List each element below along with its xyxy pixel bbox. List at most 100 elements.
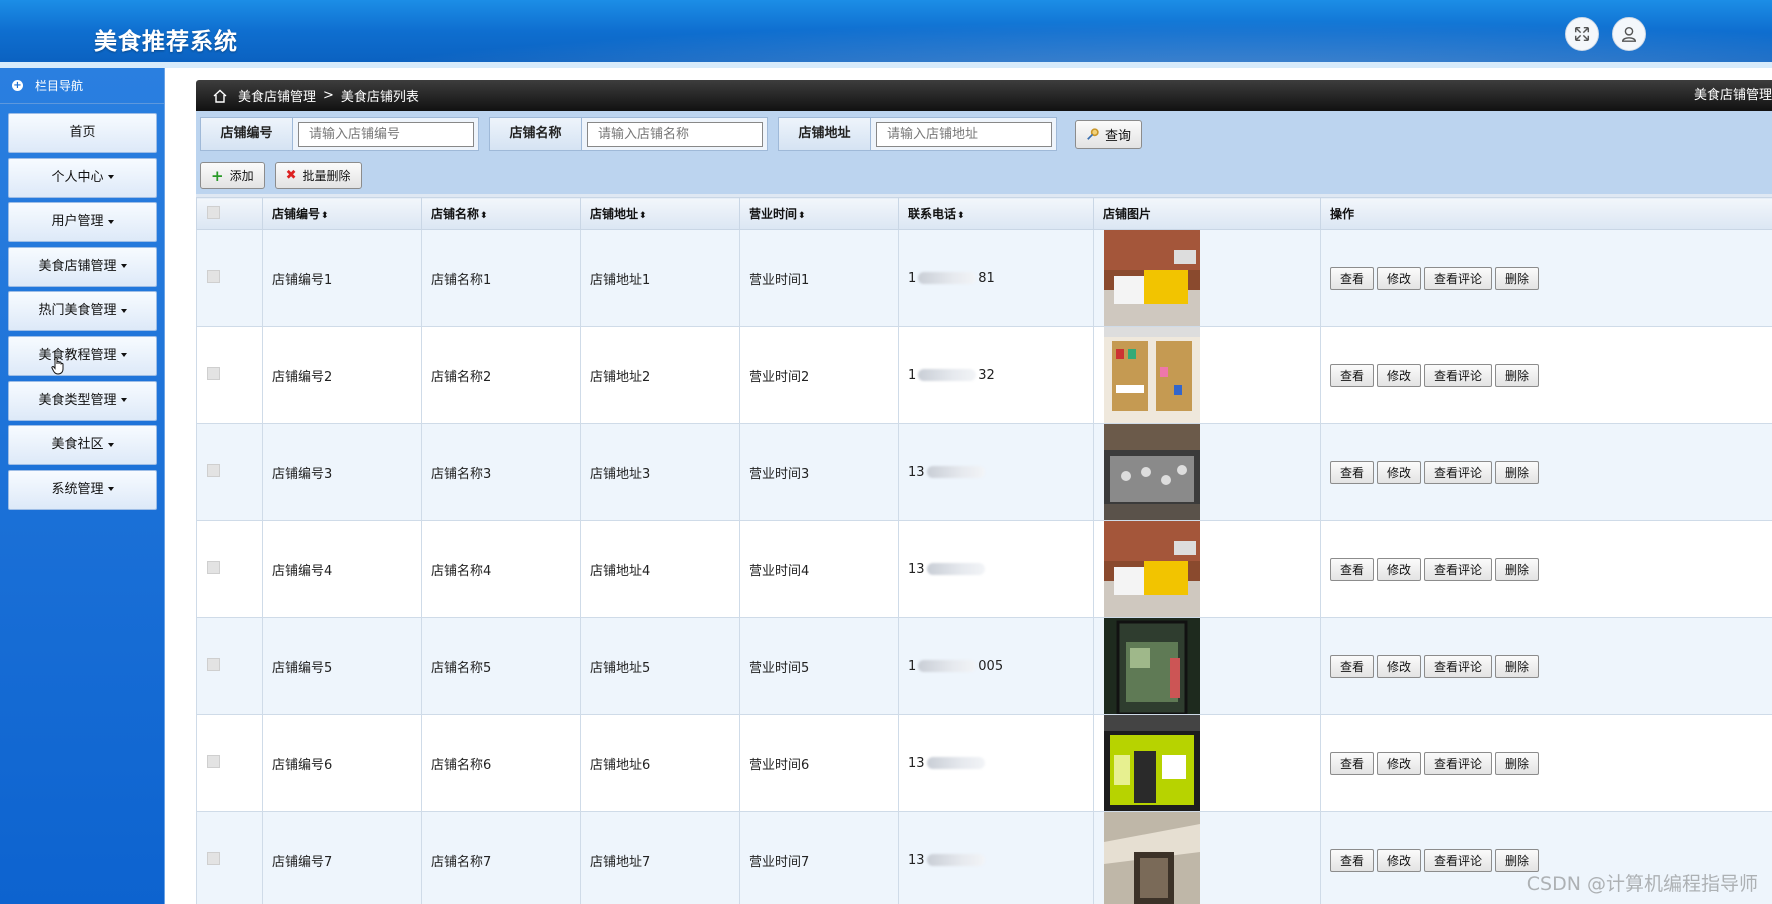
row-action-button[interactable]: 删除: [1495, 557, 1540, 581]
shop-id-input[interactable]: [298, 121, 474, 147]
row-action-button[interactable]: 删除: [1495, 751, 1540, 775]
row-action-button[interactable]: 修改: [1377, 751, 1422, 775]
sidebar-item-label: 美食店铺管理: [38, 258, 117, 274]
row-action-button[interactable]: 查看: [1330, 654, 1375, 678]
row-action-label: 查看: [1340, 465, 1365, 480]
sidebar-item[interactable]: 美食店铺管理: [8, 246, 157, 287]
search-group-shop-name: 店铺名称: [489, 117, 768, 151]
row-action-button[interactable]: 查看: [1330, 557, 1375, 581]
column-header-label: 操作: [1330, 207, 1355, 221]
sidebar-item-label: 用户管理: [51, 214, 104, 230]
caret-down-icon: [107, 442, 114, 447]
row-action-button[interactable]: 查看: [1330, 363, 1375, 387]
sidebar-item[interactable]: 美食教程管理: [8, 335, 157, 376]
cell-shop-name: 店铺名称1: [421, 229, 581, 327]
row-action-button[interactable]: 查看评论: [1424, 460, 1493, 484]
user-button[interactable]: [1612, 17, 1646, 51]
phone-visible-end: 32: [978, 367, 995, 383]
row-checkbox[interactable]: [207, 560, 220, 574]
sidebar-item[interactable]: 美食社区: [8, 425, 157, 466]
sort-icon: ⬍: [480, 211, 488, 221]
breadcrumb-parent[interactable]: 美食店铺管理: [238, 86, 316, 105]
shop-image[interactable]: [1104, 715, 1200, 811]
breadcrumb-separator: >: [323, 88, 334, 103]
row-action-button[interactable]: 查看: [1330, 460, 1375, 484]
shop-address-input[interactable]: [876, 121, 1052, 147]
row-action-button[interactable]: 查看: [1330, 751, 1375, 775]
sidebar-item[interactable]: 热门美食管理: [8, 291, 157, 332]
sidebar: + 栏目导航 首页 个人中心 用户管理 美食店铺管理 热门美食管理 美食教程管理 美食类型管…: [0, 68, 165, 904]
hand-cursor-icon: [51, 356, 64, 375]
row-action-button[interactable]: 查看评论: [1424, 751, 1493, 775]
row-action-button[interactable]: 修改: [1377, 363, 1422, 387]
row-action-button[interactable]: 删除: [1495, 460, 1540, 484]
select-all-header: [196, 197, 263, 230]
shop-image[interactable]: [1104, 618, 1200, 714]
shop-image[interactable]: [1104, 327, 1200, 423]
sort-icon: ⬍: [957, 211, 965, 221]
sidebar-item[interactable]: 系统管理: [8, 469, 157, 510]
row-action-label: 修改: [1387, 756, 1412, 771]
row-action-button[interactable]: 查看: [1330, 848, 1375, 872]
fullscreen-button[interactable]: [1565, 17, 1599, 51]
row-action-button[interactable]: 修改: [1377, 266, 1422, 290]
add-button[interactable]: + 添加: [200, 162, 265, 189]
row-action-button[interactable]: 查看评论: [1424, 654, 1493, 678]
table-body: 店铺编号1 店铺名称1 店铺地址1 营业时间1 1 81 查看 修改 查看评论 删除 店铺编号2 店铺…: [196, 229, 1772, 904]
row-checkbox[interactable]: [207, 269, 220, 283]
row-action-label: 查看: [1340, 756, 1365, 771]
row-action-button[interactable]: 修改: [1377, 848, 1422, 872]
row-action-button[interactable]: 查看: [1330, 266, 1375, 290]
cell-business-hours: 营业时间1: [739, 229, 899, 327]
sidebar-item[interactable]: 个人中心: [8, 157, 157, 198]
row-action-button[interactable]: 查看评论: [1424, 848, 1493, 872]
shop-name-input[interactable]: [587, 121, 763, 147]
row-action-label: 修改: [1387, 271, 1412, 286]
cell-actions: 查看 修改 查看评论 删除: [1320, 520, 1772, 618]
select-all-checkbox[interactable]: [207, 205, 220, 219]
batch-delete-button[interactable]: ✖ 批量删除: [274, 162, 362, 189]
sidebar-item[interactable]: 美食类型管理: [8, 380, 157, 421]
shop-image[interactable]: [1104, 812, 1200, 904]
shop-image[interactable]: [1104, 424, 1200, 520]
row-action-button[interactable]: 删除: [1495, 363, 1540, 387]
row-action-button[interactable]: 修改: [1377, 557, 1422, 581]
row-checkbox[interactable]: [207, 657, 220, 671]
phone-redacted: [918, 660, 977, 672]
row-action-label: 删除: [1505, 756, 1530, 771]
action-toolbar: + 添加 ✖ 批量删除: [196, 157, 1772, 197]
sidebar-item[interactable]: 首页: [8, 113, 157, 153]
row-checkbox[interactable]: [207, 463, 220, 477]
phone-redacted: [918, 369, 977, 381]
row-action-button[interactable]: 修改: [1377, 654, 1422, 678]
cell-shop-name: 店铺名称3: [421, 423, 581, 521]
row-action-label: 查看评论: [1434, 368, 1483, 383]
search-group-shop-address: 店铺地址: [778, 117, 1057, 151]
column-header[interactable]: 店铺名称⬍: [421, 197, 581, 230]
column-header[interactable]: 营业时间⬍: [739, 197, 899, 230]
row-action-button[interactable]: 查看评论: [1424, 266, 1493, 290]
shop-image[interactable]: [1104, 521, 1200, 617]
column-header[interactable]: 联系电话⬍: [898, 197, 1094, 230]
phone-redacted: [926, 757, 985, 769]
row-action-button[interactable]: 修改: [1377, 460, 1422, 484]
column-header[interactable]: 店铺编号⬍: [262, 197, 422, 230]
watermark: CSDN @计算机编程指导师: [1526, 873, 1758, 895]
shop-image[interactable]: [1104, 230, 1200, 326]
row-checkbox[interactable]: [207, 754, 220, 768]
row-checkbox[interactable]: [207, 851, 220, 865]
row-select-cell: [196, 520, 263, 618]
sidebar-item[interactable]: 用户管理: [8, 202, 157, 243]
row-action-button[interactable]: 查看评论: [1424, 557, 1493, 581]
row-checkbox[interactable]: [207, 366, 220, 380]
main-content: 美食店铺管理 > 美食店铺列表 美食店铺管理 店铺编号 店铺名称 店铺地址 查询…: [196, 80, 1772, 904]
row-action-button[interactable]: 删除: [1495, 266, 1540, 290]
query-button[interactable]: 查询: [1075, 119, 1143, 149]
row-action-button[interactable]: 删除: [1495, 654, 1540, 678]
column-header[interactable]: 店铺地址⬍: [580, 197, 740, 230]
column-header-label: 店铺编号: [272, 207, 321, 221]
row-action-button[interactable]: 查看评论: [1424, 363, 1493, 387]
delete-x-icon: ✖: [285, 168, 297, 183]
cell-phone: 13: [898, 714, 1094, 812]
home-icon[interactable]: [212, 88, 228, 104]
